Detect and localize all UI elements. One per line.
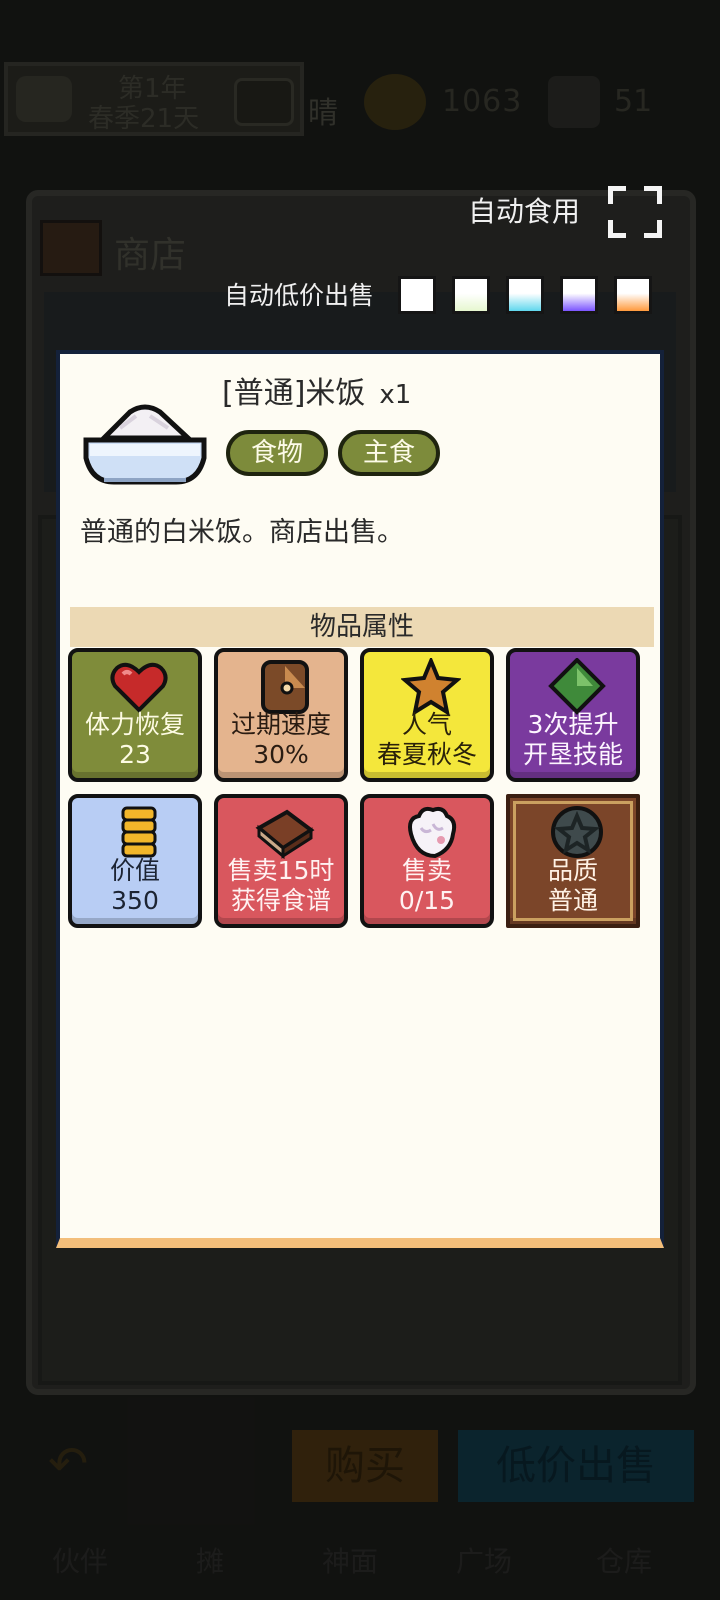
attr-label: 人气 bbox=[401, 710, 452, 739]
attr-card-value[interactable]: 价值 350 bbox=[68, 794, 202, 928]
attr-value: 普通 bbox=[547, 886, 598, 915]
auto-sell-toggle-legendary[interactable] bbox=[614, 276, 652, 314]
clock-icon bbox=[261, 660, 309, 714]
attr-label: 过期速度 bbox=[230, 710, 331, 739]
attr-card-skill[interactable]: 3次提升 开垦技能 bbox=[506, 648, 640, 782]
auto-sell-label: 自动低价出售 bbox=[224, 281, 375, 310]
auto-sell-toggle-uncommon[interactable] bbox=[452, 276, 490, 314]
attr-value: 0/15 bbox=[398, 886, 456, 915]
auto-eat-label: 自动食用 bbox=[468, 195, 581, 228]
attr-label: 售卖 bbox=[401, 856, 452, 885]
attr-value: 350 bbox=[111, 886, 159, 915]
tag-food: 食物 bbox=[226, 430, 328, 476]
fullscreen-icon[interactable] bbox=[608, 186, 662, 238]
attr-card-popularity[interactable]: 人气 春夏秋冬 bbox=[360, 648, 494, 782]
auto-sell-toggle-common[interactable] bbox=[398, 276, 436, 314]
attr-value: 开垦技能 bbox=[522, 740, 623, 769]
star-icon bbox=[401, 658, 461, 716]
glove-icon bbox=[408, 806, 457, 859]
attr-card-quality[interactable]: 品质 普通 bbox=[506, 794, 640, 928]
coin-stack-icon bbox=[121, 806, 157, 858]
attr-card-recipe[interactable]: 售卖15时 获得食谱 bbox=[214, 794, 348, 928]
attr-value: 春夏秋冬 bbox=[376, 740, 477, 769]
attr-label: 品质 bbox=[547, 856, 598, 885]
attr-label: 售卖15时 bbox=[227, 856, 335, 885]
auto-sell-toggle-rare[interactable] bbox=[506, 276, 544, 314]
attr-value: 23 bbox=[119, 740, 151, 769]
attr-card-sell-count[interactable]: 售卖 0/15 bbox=[360, 794, 494, 928]
attr-card-stamina[interactable]: 体力恢复 23 bbox=[68, 648, 202, 782]
attr-label: 价值 bbox=[109, 856, 160, 885]
attr-value: 获得食谱 bbox=[230, 886, 331, 915]
attr-card-expiry[interactable]: 过期速度 30% bbox=[214, 648, 348, 782]
item-detail-dialog: [普通]米饭 x1 食物 主食 普通的白米饭。商店出售。 物品属性 体力恢复 23… bbox=[56, 350, 664, 1248]
attr-label: 体力恢复 bbox=[84, 710, 185, 739]
attr-value: 30% bbox=[253, 740, 309, 769]
item-name: [普通]米饭 bbox=[222, 376, 366, 411]
quality-medal-icon bbox=[551, 806, 603, 858]
auto-sell-toggle-epic[interactable] bbox=[560, 276, 598, 314]
attr-label: 3次提升 bbox=[527, 710, 619, 739]
heart-icon bbox=[110, 662, 168, 713]
item-title: [普通]米饭 x1 bbox=[222, 368, 411, 412]
diamond-icon bbox=[548, 658, 606, 715]
rice-bowl-icon bbox=[83, 404, 207, 485]
section-title-attributes: 物品属性 bbox=[70, 607, 654, 647]
item-description: 普通的白米饭。商店出售。 bbox=[80, 517, 404, 548]
recipe-book-icon bbox=[255, 809, 315, 860]
tag-staple: 主食 bbox=[338, 430, 440, 476]
item-quantity: x1 bbox=[379, 380, 412, 410]
